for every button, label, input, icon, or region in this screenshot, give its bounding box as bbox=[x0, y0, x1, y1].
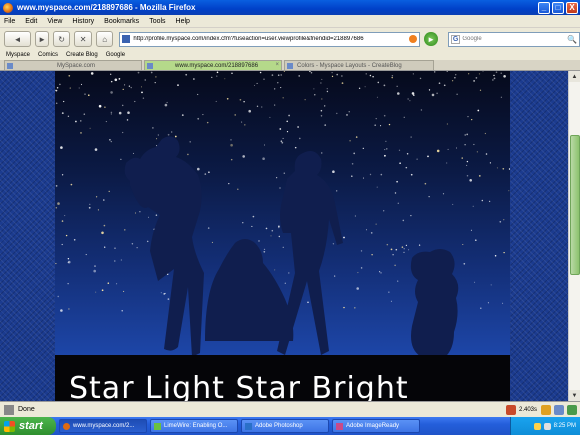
tab-favicon-icon bbox=[147, 62, 153, 69]
search-input[interactable] bbox=[462, 36, 568, 42]
navigation-toolbar: ◄ ► ↻ ✕ ⌂ ► G 🔍 bbox=[0, 28, 580, 50]
banner-title: Star Light Star Bright bbox=[69, 371, 409, 401]
vertical-scrollbar[interactable]: ▲ ▼ bbox=[568, 71, 580, 401]
tab-bar: MySpace.com www.myspace.com/218897686 × … bbox=[0, 60, 580, 71]
night-sky-stars bbox=[55, 71, 510, 358]
windows-taskbar: start www.myspace.com/2... LimeWire: Ena… bbox=[0, 417, 580, 435]
tab-label: www.myspace.com/218897686 bbox=[175, 62, 259, 69]
menu-help[interactable]: Help bbox=[176, 18, 190, 25]
photoshop-task-icon bbox=[245, 422, 252, 430]
google-engine-icon[interactable]: G bbox=[450, 34, 461, 44]
site-favicon-icon bbox=[122, 35, 131, 43]
window-titlebar: www.myspace.com/218897686 - Mozilla Fire… bbox=[0, 0, 580, 15]
extension-icon[interactable] bbox=[505, 404, 516, 415]
forward-button[interactable]: ► bbox=[35, 31, 49, 47]
bookmarks-toolbar: Myspace Comics Create Blog Google bbox=[0, 50, 580, 60]
menu-file[interactable]: File bbox=[4, 18, 15, 25]
menu-tools[interactable]: Tools bbox=[149, 18, 165, 25]
status-icon bbox=[4, 404, 14, 415]
tab-close-icon[interactable]: × bbox=[275, 62, 279, 68]
maximize-button[interactable]: □ bbox=[552, 1, 564, 14]
task-label: Adobe ImageReady bbox=[346, 423, 400, 429]
tab-favicon-icon bbox=[287, 62, 293, 69]
load-time: 2.403s bbox=[518, 406, 537, 413]
addon-icon[interactable] bbox=[541, 404, 551, 415]
task-label: Adobe Photoshop bbox=[255, 423, 303, 429]
menu-bookmarks[interactable]: Bookmarks bbox=[104, 18, 139, 25]
task-label: LimeWire: Enabling O... bbox=[164, 423, 228, 429]
feed-icon[interactable] bbox=[409, 35, 418, 43]
start-label: start bbox=[19, 420, 43, 432]
tray-icon[interactable] bbox=[533, 422, 541, 430]
addon-icon[interactable] bbox=[554, 404, 564, 415]
limewire-task-icon bbox=[154, 422, 161, 430]
imageready-task-icon bbox=[336, 422, 343, 430]
menu-history[interactable]: History bbox=[72, 18, 94, 25]
minimize-button[interactable]: _ bbox=[538, 1, 550, 14]
close-button[interactable]: X bbox=[566, 1, 578, 14]
scroll-down-icon[interactable]: ▼ bbox=[569, 390, 580, 401]
silhouette-girl-4 bbox=[410, 249, 459, 358]
reload-button[interactable]: ↻ bbox=[52, 31, 71, 47]
back-button[interactable]: ◄ bbox=[4, 31, 32, 47]
addon-icon[interactable] bbox=[567, 404, 577, 415]
bookmark-create-blog[interactable]: Create Blog bbox=[66, 52, 98, 58]
search-icon[interactable]: 🔍 bbox=[567, 35, 577, 44]
system-tray: 8:25 PM bbox=[510, 417, 580, 435]
bookmark-myspace[interactable]: Myspace bbox=[6, 52, 30, 58]
status-text: Done bbox=[18, 406, 35, 413]
bookmark-comics[interactable]: Comics bbox=[38, 52, 58, 58]
tab-profile[interactable]: www.myspace.com/218897686 × bbox=[144, 60, 282, 70]
tab-favicon-icon bbox=[7, 62, 13, 69]
url-bar[interactable] bbox=[119, 31, 421, 47]
starlight-banner-image: Star Light Star Bright bbox=[55, 71, 510, 401]
windows-logo-icon bbox=[4, 420, 15, 432]
scrollbar-thumb[interactable] bbox=[570, 135, 580, 275]
page-content[interactable]: Star Light Star Bright bbox=[0, 71, 568, 401]
menu-bar: File Edit View History Bookmarks Tools H… bbox=[0, 15, 580, 28]
tab-myspace[interactable]: MySpace.com bbox=[4, 60, 142, 70]
task-label: www.myspace.com/2... bbox=[73, 423, 135, 429]
menu-edit[interactable]: Edit bbox=[25, 18, 37, 25]
url-input[interactable] bbox=[133, 36, 410, 42]
status-bar: Done 2.403s bbox=[0, 401, 580, 417]
bookmark-google[interactable]: Google bbox=[106, 52, 125, 58]
silhouette-girl-1 bbox=[124, 136, 204, 357]
firefox-task-icon bbox=[63, 422, 70, 430]
search-bar[interactable]: G 🔍 bbox=[447, 31, 580, 47]
stop-button[interactable]: ✕ bbox=[74, 31, 92, 47]
menu-view[interactable]: View bbox=[47, 18, 62, 25]
task-imageready[interactable]: Adobe ImageReady bbox=[332, 419, 420, 433]
go-button[interactable]: ► bbox=[424, 32, 438, 46]
task-limewire[interactable]: LimeWire: Enabling O... bbox=[150, 419, 238, 433]
home-button[interactable]: ⌂ bbox=[95, 31, 114, 47]
silhouette-girl-3 bbox=[277, 151, 343, 355]
tray-icon[interactable] bbox=[543, 422, 551, 430]
tab-label: Colors - Myspace Layouts - CreateBlog bbox=[297, 62, 402, 69]
tab-label: MySpace.com bbox=[57, 62, 96, 69]
tab-colors-createblog[interactable]: Colors - Myspace Layouts - CreateBlog bbox=[284, 60, 434, 70]
window-title: www.myspace.com/218897686 - Mozilla Fire… bbox=[17, 3, 196, 12]
firefox-icon bbox=[3, 2, 13, 13]
silhouette-girl-2 bbox=[205, 239, 294, 341]
start-button[interactable]: start bbox=[0, 417, 56, 435]
scroll-up-icon[interactable]: ▲ bbox=[569, 71, 580, 82]
task-photoshop[interactable]: Adobe Photoshop bbox=[241, 419, 329, 433]
clock: 8:25 PM bbox=[553, 423, 576, 429]
task-firefox[interactable]: www.myspace.com/2... bbox=[59, 419, 147, 433]
